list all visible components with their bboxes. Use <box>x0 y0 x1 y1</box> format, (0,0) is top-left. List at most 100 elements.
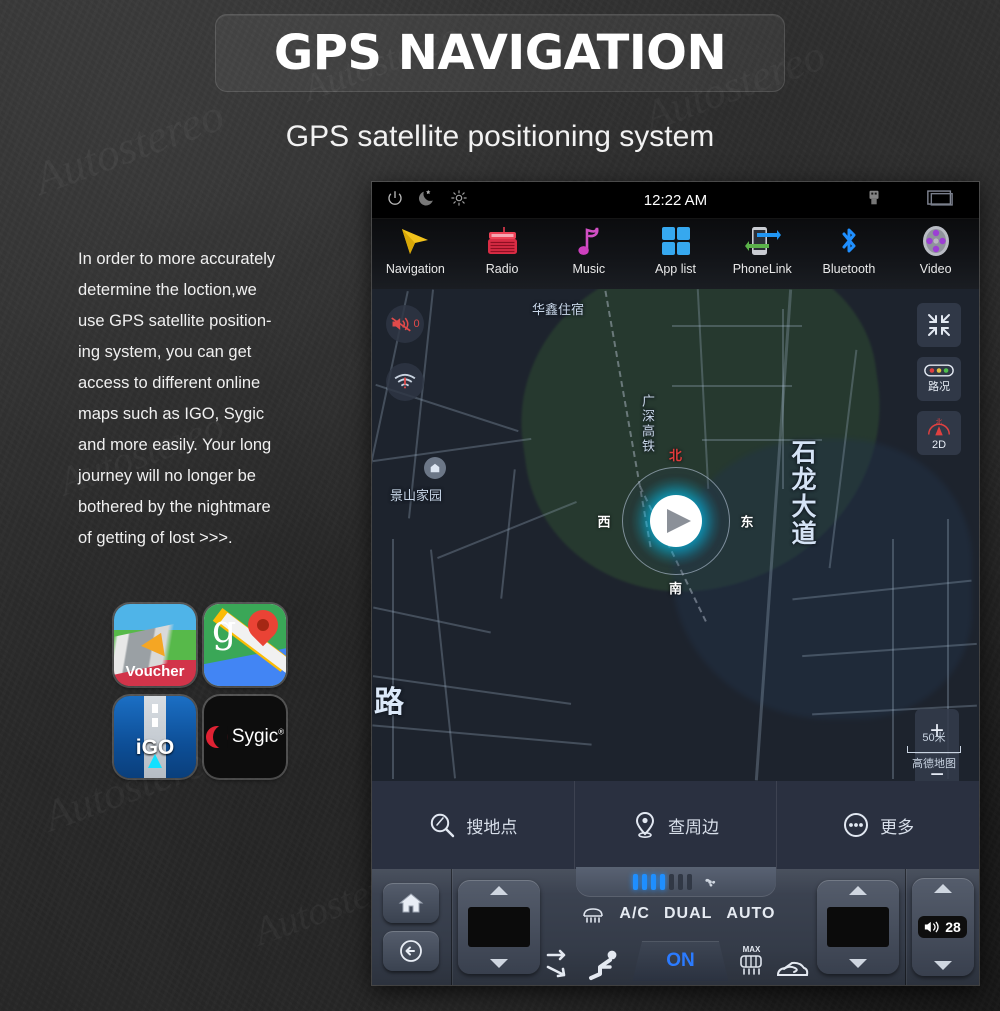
map-road <box>372 437 532 463</box>
app-label: Navigation <box>385 262 445 276</box>
mute-volume-button[interactable]: 0 <box>386 305 424 343</box>
volume-up-icon[interactable] <box>933 884 952 893</box>
climate-bottom-row: ON MAX <box>546 941 810 981</box>
copy-line: access to different online <box>78 374 261 392</box>
temp-up-icon[interactable] <box>490 886 509 895</box>
volume-down-icon[interactable] <box>933 961 952 970</box>
search-place-label: 搜地点 <box>466 817 518 838</box>
app-navigation[interactable]: Navigation <box>372 222 459 276</box>
voucher-sygic-app-icon[interactable]: Voucher <box>114 604 196 686</box>
app-label: App list <box>655 262 697 276</box>
copy-line: determine the loction,we <box>78 281 257 299</box>
app-bluetooth[interactable]: Bluetooth <box>806 222 893 276</box>
volume-icon <box>925 921 939 933</box>
sygic-app-icon[interactable]: Sygic® <box>204 696 286 778</box>
ac-label[interactable]: A/C <box>619 905 650 923</box>
app-video[interactable]: Video <box>892 222 979 276</box>
view-2d-button[interactable]: 北 2D <box>917 411 961 455</box>
app-app-list[interactable]: App list <box>632 222 719 276</box>
heading-arrow-icon <box>666 509 691 533</box>
compass-east: 东 <box>740 514 754 530</box>
description-paragraph: In order to more accurately determine th… <box>78 244 322 554</box>
bluetooth-icon <box>836 222 862 260</box>
volume-value: 28 <box>945 919 961 935</box>
search-icon <box>431 813 455 838</box>
map-road <box>892 539 894 779</box>
temp-down-icon[interactable] <box>490 959 509 968</box>
phonelink-icon <box>743 222 782 260</box>
app-music[interactable]: Music <box>545 222 632 276</box>
map-label-railway: 广深高铁 <box>639 394 654 454</box>
voucher-app-label: Voucher <box>125 663 185 680</box>
map-road <box>672 385 792 387</box>
app-icon-cell: Sygic® <box>200 692 290 782</box>
volume-rocker[interactable]: 28 <box>911 878 974 976</box>
fullscreen-collapse-button[interactable] <box>917 303 961 347</box>
display-icon[interactable] <box>927 189 953 212</box>
climate-on-button[interactable]: ON <box>632 941 729 981</box>
app-icon-cell: Voucher <box>110 600 200 690</box>
music-note-icon <box>574 222 604 260</box>
copy-line: maps such as IGO, Sygic <box>78 405 265 423</box>
right-temp-rocker[interactable] <box>816 880 899 974</box>
page-title-box: GPS NAVIGATION <box>215 14 785 92</box>
status-bar: 12:22 AM <box>372 182 979 219</box>
rear-defrost-button[interactable]: MAX <box>738 945 764 981</box>
air-recirc-car-icon <box>777 961 809 976</box>
back-arrow-icon <box>400 940 423 962</box>
compass-south: 南 <box>668 581 683 596</box>
center-climate-section: A/C DUAL AUTO ON MAX <box>546 869 810 985</box>
climate-top-row: A/C DUAL AUTO <box>558 905 798 923</box>
app-label: Bluetooth <box>822 262 876 276</box>
navigation-arrow-icon <box>398 222 432 260</box>
app-launcher-bar: Navigation Radio Music App list PhoneLin… <box>372 219 979 289</box>
temp-up-icon[interactable] <box>848 886 867 895</box>
copy-line: bothered by the nightmare <box>78 498 271 516</box>
front-defrost-icon <box>583 908 604 923</box>
search-place-button[interactable]: 搜地点 <box>372 781 575 869</box>
map-label-shilong-ave: 石龙大道 <box>788 439 817 547</box>
temp-down-icon[interactable] <box>848 959 867 968</box>
road-dash <box>152 718 158 727</box>
airflow-body-icon <box>589 950 617 980</box>
back-button[interactable] <box>383 931 440 971</box>
app-grid-icon <box>660 222 692 260</box>
igo-app-icon[interactable]: iGO <box>114 696 196 778</box>
volume-display: 28 <box>918 916 967 938</box>
nearby-label: 查周边 <box>668 817 719 838</box>
map-road <box>500 469 516 599</box>
app-icon-cell: g <box>200 600 290 690</box>
google-maps-app-icon[interactable]: g <box>204 604 286 686</box>
vehicle-position-puck[interactable]: 北 南 西 东 <box>598 448 754 596</box>
more-label: 更多 <box>880 817 915 838</box>
left-temp-rocker[interactable] <box>458 880 541 974</box>
navigation-app-icon-grid: Voucher g iGO Sygic® <box>110 600 290 782</box>
sygic-moon-icon <box>205 726 228 748</box>
auto-label[interactable]: AUTO <box>726 905 775 923</box>
copy-line: In order to more accurately <box>78 250 276 268</box>
left-temp-display <box>468 907 531 947</box>
wifi-warning-button[interactable] <box>386 363 424 401</box>
map-poi-marker[interactable] <box>424 457 446 479</box>
traffic-button[interactable]: 路况 <box>917 357 961 401</box>
more-button[interactable]: 更多 <box>777 781 979 869</box>
view-2d-label: 2D <box>931 438 947 451</box>
dual-label[interactable]: DUAL <box>664 905 712 923</box>
nearby-button[interactable]: 查周边 <box>575 781 778 869</box>
map-canvas[interactable]: 华鑫住宿 景山家园 广深高铁 石龙大道 路 0 路况 北 2D + − 50米 … <box>372 289 979 781</box>
left-temperature-section <box>452 869 547 985</box>
video-reel-icon <box>919 222 953 260</box>
road-dash <box>152 704 158 713</box>
map-label-road: 路 <box>374 685 404 720</box>
app-radio[interactable]: Radio <box>459 222 546 276</box>
app-phonelink[interactable]: PhoneLink <box>719 222 806 276</box>
usb-icon[interactable] <box>866 189 882 212</box>
home-button[interactable] <box>383 883 440 923</box>
igo-arrow-icon <box>148 754 162 768</box>
max-label: MAX <box>742 945 761 954</box>
page-subtitle: GPS satellite positioning system <box>285 120 715 153</box>
copy-line: journey will no longer be <box>78 467 256 485</box>
more-dots-icon <box>844 813 869 837</box>
position-marker <box>649 495 702 547</box>
copy-line: ing system, you can get <box>78 343 252 361</box>
